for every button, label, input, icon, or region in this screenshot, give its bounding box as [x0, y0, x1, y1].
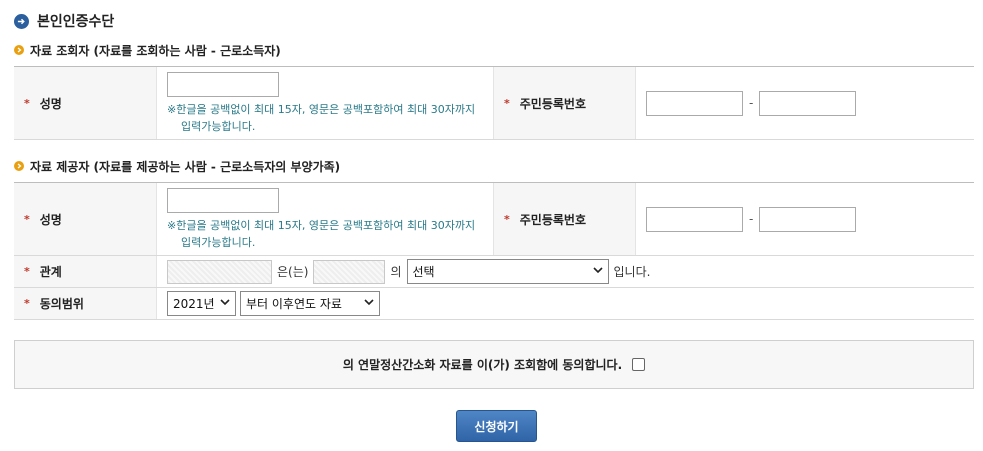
consent-cell: 2021년 부터 이후연도 자료: [157, 288, 974, 319]
bullet-circle-icon: [14, 45, 24, 55]
relation-label: * 관계: [14, 256, 157, 287]
requester-name-cell: ※한글을 공백없이 최대 15자, 영문은 공백포함하여 최대 30자까지 입력…: [157, 67, 493, 139]
provider-consent-row: * 동의범위 2021년 부터 이후연도 자료: [14, 288, 974, 320]
relation-select[interactable]: 선택: [406, 259, 609, 284]
submit-button[interactable]: 신청하기: [456, 410, 537, 442]
consent-range-select[interactable]: 부터 이후연도 자료: [240, 291, 380, 316]
requester-section-title: 자료 조회자 (자료를 조회하는 사람 - 근로소득자): [14, 42, 281, 58]
relation-text-eun: 은(는): [277, 265, 309, 279]
requester-rrn-front-input[interactable]: [646, 90, 743, 116]
relation-provider-name-disabled: [167, 259, 272, 284]
arrow-right-circle-icon: [14, 13, 29, 29]
requester-rrn-cell: -: [636, 67, 974, 139]
provider-name-row: * 성명 ※한글을 공백없이 최대 15자, 영문은 공백포함하여 최대 30자…: [14, 183, 974, 256]
provider-relation-row: * 관계 은(는) 의 선택 입니다.: [14, 256, 974, 288]
provider-name-cell: ※한글을 공백없이 최대 15자, 영문은 공백포함하여 최대 30자까지 입력…: [157, 183, 493, 255]
agreement-checkbox[interactable]: [632, 358, 646, 371]
relation-suffix: 입니다.: [613, 265, 651, 279]
requester-form: * 성명 ※한글을 공백없이 최대 15자, 영문은 공백포함하여 최대 30자…: [14, 66, 974, 140]
provider-form: * 성명 ※한글을 공백없이 최대 15자, 영문은 공백포함하여 최대 30자…: [14, 182, 974, 320]
provider-rrn-label: * 주민등록번호: [493, 183, 636, 255]
requester-rrn-back-input[interactable]: [759, 90, 857, 116]
relation-requester-name-disabled: [313, 259, 386, 284]
required-mark: *: [504, 212, 510, 226]
provider-name-input[interactable]: [167, 187, 279, 213]
bullet-circle-icon: [14, 161, 24, 171]
provider-name-hint: ※한글을 공백없이 최대 15자, 영문은 공백포함하여 최대 30자까지 입력…: [167, 218, 476, 249]
consent-label: * 동의범위: [14, 288, 157, 319]
consent-year-select[interactable]: 2021년: [167, 291, 236, 316]
chevron-down-icon: [592, 266, 603, 277]
relation-text-ui: 의: [390, 265, 402, 279]
provider-section-title: 자료 제공자 (자료를 제공하는 사람 - 근로소득자의 부양가족): [14, 158, 340, 174]
agreement-box: 의 연말정산간소화 자료를 이(가) 조회함에 동의합니다.: [14, 340, 974, 389]
requester-rrn-label: * 주민등록번호: [493, 67, 636, 139]
requester-name-hint: ※한글을 공백없이 최대 15자, 영문은 공백포함하여 최대 30자까지 입력…: [167, 102, 476, 133]
page-title: 본인인증수단: [14, 11, 114, 31]
provider-rrn-front-input[interactable]: [646, 206, 743, 232]
required-mark: *: [24, 212, 30, 226]
required-mark: *: [24, 265, 30, 278]
provider-name-label: * 성명: [14, 183, 157, 255]
requester-name-input[interactable]: [167, 71, 279, 97]
relation-cell: 은(는) 의 선택 입니다.: [157, 256, 974, 287]
required-mark: *: [504, 96, 510, 110]
required-mark: *: [24, 297, 30, 310]
requester-row: * 성명 ※한글을 공백없이 최대 15자, 영문은 공백포함하여 최대 30자…: [14, 67, 974, 140]
rrn-separator: -: [749, 212, 754, 226]
agreement-text: 의 연말정산간소화 자료를 이(가) 조회함에 동의합니다.: [342, 358, 623, 372]
chevron-down-icon: [364, 298, 374, 309]
provider-rrn-cell: -: [636, 183, 974, 255]
requester-name-label: * 성명: [14, 67, 157, 139]
provider-rrn-back-input[interactable]: [759, 206, 857, 232]
rrn-separator: -: [749, 96, 754, 110]
page-title-text: 본인인증수단: [37, 14, 115, 30]
chevron-down-icon: [220, 298, 230, 309]
required-mark: *: [24, 96, 30, 110]
